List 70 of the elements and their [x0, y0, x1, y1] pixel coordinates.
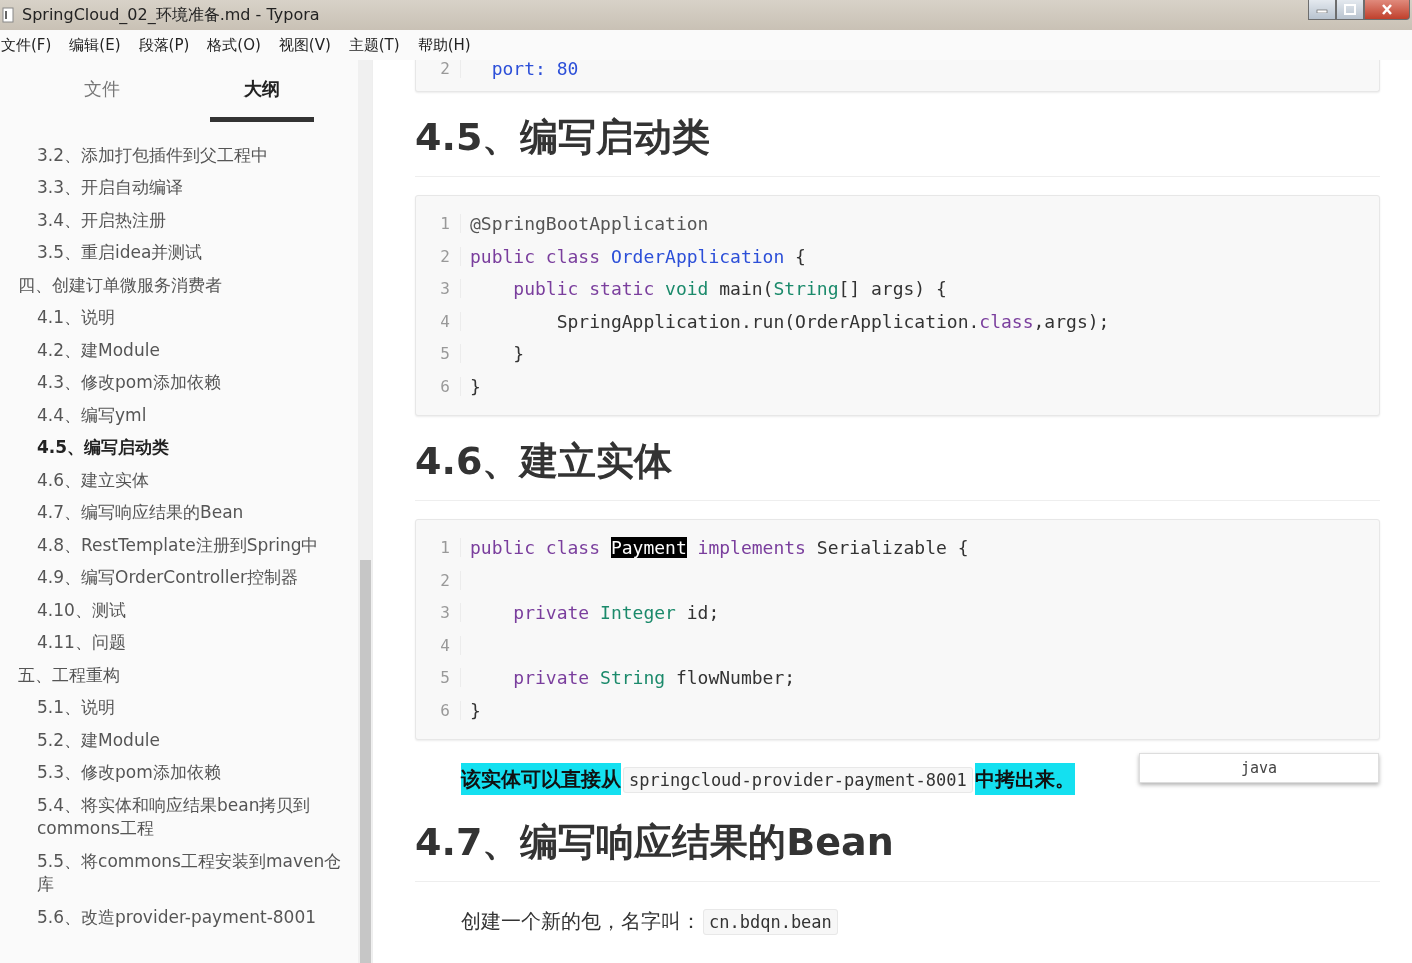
outline-item[interactable]: 5.5、将commons工程安装到maven仓库 [37, 845, 349, 901]
code-line: public class Payment implements Serializable { [469, 537, 969, 559]
maximize-icon [1344, 4, 1356, 15]
menu-item[interactable]: 文件(F) [0, 35, 61, 55]
line-number: 5 [416, 344, 461, 364]
outline-item[interactable]: 4.5、编写启动类 [37, 431, 349, 464]
menu-item[interactable]: 主题(T) [347, 35, 409, 55]
code-line: public class OrderApplication { [469, 245, 806, 267]
line-number: 3 [416, 279, 461, 299]
sidebar-tab[interactable]: 大纲 [210, 60, 314, 122]
line-number: 6 [416, 700, 461, 720]
outline-item[interactable]: 4.9、编写OrderController控制器 [37, 561, 349, 594]
line-number: 1 [416, 214, 461, 234]
maximize-button[interactable] [1336, 0, 1364, 20]
outline-item[interactable]: 4.10、测试 [37, 594, 349, 627]
window-title: SpringCloud_02_环境准备.md - Typora [22, 4, 320, 26]
app-icon [2, 7, 14, 23]
outline-item[interactable]: 4.1、说明 [37, 301, 349, 334]
minimize-icon [1316, 6, 1328, 13]
line-number: 2 [416, 60, 461, 78]
code-line: port: 80 [490, 60, 579, 79]
section-heading: 4.5、编写启动类 [415, 113, 1380, 177]
code-line: @SpringBootApplication [469, 213, 709, 235]
line-number: 4 [416, 311, 461, 331]
code-line: private Integer id; [512, 602, 720, 624]
outline-item[interactable]: 3.5、重启idea并测试 [37, 236, 349, 269]
menu-item[interactable]: 视图(V) [277, 35, 340, 55]
section-heading: 4.6、建立实体 [415, 437, 1380, 501]
code-line: } [469, 375, 481, 397]
code-line: SpringApplication.run(OrderApplication.class,args); [555, 310, 1110, 332]
outline-item[interactable]: 4.6、建立实体 [37, 464, 349, 497]
code-line: } [512, 343, 525, 365]
outline-item[interactable]: 3.3、开启自动编译 [37, 171, 349, 204]
scrollbar[interactable] [358, 60, 372, 963]
outline-item[interactable]: 4.4、编写yml [37, 399, 349, 432]
outline-item[interactable]: 五、工程重构 [18, 659, 338, 692]
line-number: 1 [416, 538, 461, 558]
line-number: 2 [416, 246, 461, 266]
outline-item[interactable]: 5.2、建Module [37, 724, 349, 757]
code-line: private String flowNumber; [512, 667, 796, 689]
close-icon [1381, 4, 1393, 15]
outline-item[interactable]: 3.4、开启热注册 [37, 204, 349, 237]
outline-item[interactable]: 4.11、问题 [37, 626, 349, 659]
outline-item[interactable]: 四、创建订单微服务消费者 [18, 269, 338, 302]
line-number: 2 [416, 570, 461, 590]
outline-item[interactable]: 3.2、添加打包插件到父工程中 [37, 139, 349, 172]
menu-item[interactable]: 段落(P) [137, 35, 199, 55]
paragraph: 创建一个新的包，名字叫： cn.bdqn.bean [415, 903, 1380, 939]
outline-item[interactable]: 4.7、编写响应结果的Bean [37, 496, 349, 529]
line-number: 3 [416, 603, 461, 623]
code-line: } [469, 699, 481, 721]
close-button[interactable] [1364, 0, 1410, 20]
line-number: 4 [416, 635, 461, 655]
outline-item[interactable]: 5.1、说明 [37, 691, 349, 724]
sidebar-tab[interactable]: 文件 [50, 60, 154, 122]
outline-item[interactable]: 4.3、修改pom添加依赖 [37, 366, 349, 399]
outline-item[interactable]: 4.8、RestTemplate注册到Spring中 [37, 529, 349, 562]
outline-item[interactable]: 4.2、建Module [37, 334, 349, 367]
outline-item[interactable]: 5.6、改造provider-payment-8001 [37, 901, 349, 934]
code-line: public static void main(String[] args) { [512, 278, 947, 300]
outline-item[interactable]: 5.4、将实体和响应结果bean拷贝到commons工程 [37, 789, 349, 845]
minimize-button[interactable] [1308, 0, 1336, 20]
menu-item[interactable]: 格式(O) [206, 35, 270, 55]
line-number: 6 [416, 376, 461, 396]
section-heading: 4.7、编写响应结果的Bean [415, 818, 1380, 882]
language-field[interactable]: java [1139, 752, 1379, 783]
line-number: 5 [416, 668, 461, 688]
menu-item[interactable]: 帮助(H) [416, 35, 480, 55]
outline-item[interactable]: 5.3、修改pom添加依赖 [37, 756, 349, 789]
menu-item[interactable]: 编辑(E) [68, 35, 130, 55]
